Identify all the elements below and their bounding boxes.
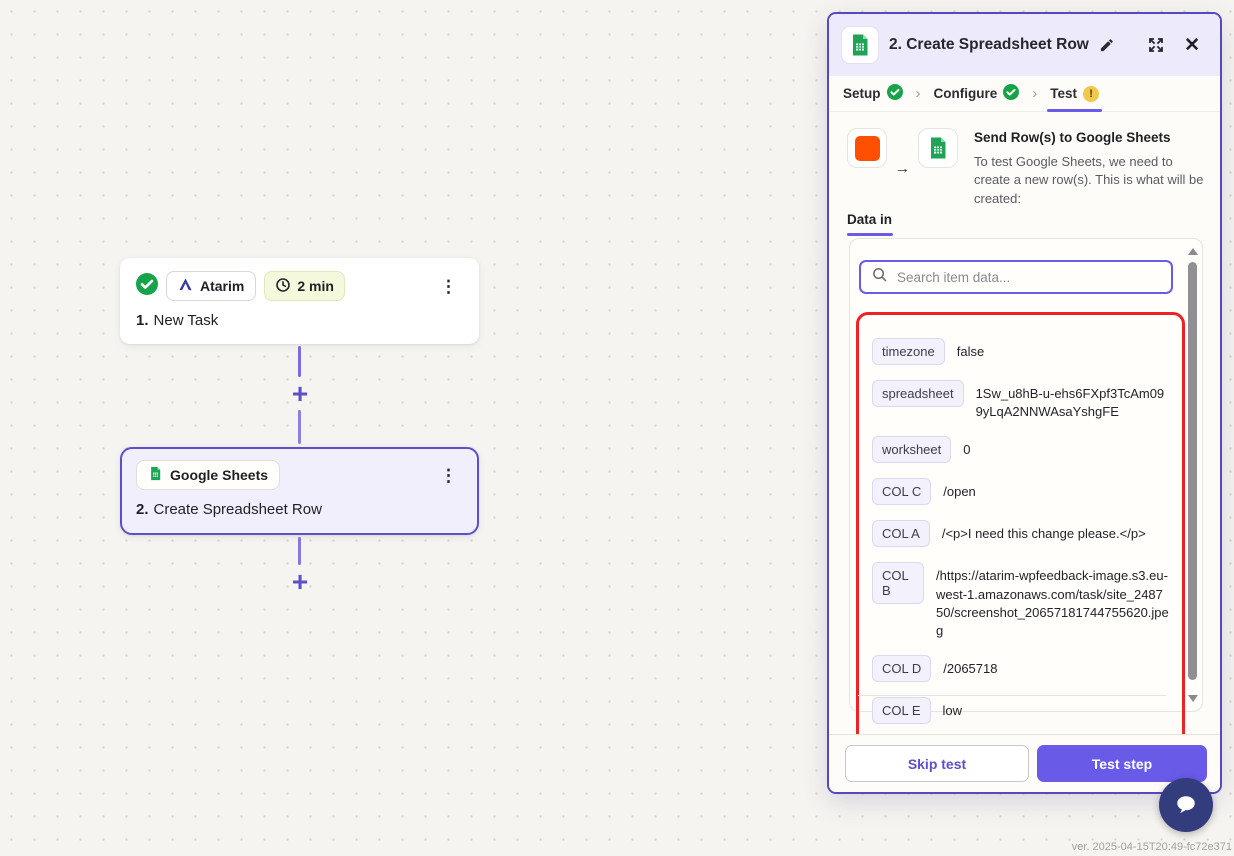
app-pill-label: Google Sheets [170, 467, 268, 483]
chat-bubble-icon [1172, 791, 1200, 819]
tab-label: Test [1050, 86, 1077, 101]
test-heading: Send Row(s) to Google Sheets [974, 130, 1208, 145]
tab-label: Configure [934, 86, 998, 101]
chat-widget-button[interactable] [1159, 778, 1213, 832]
google-sheets-icon [148, 466, 163, 484]
chevron-right-icon: › [916, 85, 921, 102]
search-field [859, 260, 1173, 294]
check-circle-icon [1003, 84, 1019, 103]
skip-test-button[interactable]: Skip test [845, 745, 1029, 782]
field-key-pill: COL B [872, 562, 924, 604]
field-value: false [957, 338, 984, 361]
data-row: COL B /https://atarim-wpfeedback-image.s… [872, 562, 1169, 640]
step-title-text: New Task [154, 312, 219, 329]
clock-icon [275, 277, 291, 296]
close-icon[interactable]: ✕ [1184, 34, 1200, 57]
panel-title: 2. Create Spreadsheet Row [889, 36, 1089, 54]
field-key-pill: COL E [872, 697, 931, 724]
connector-line [298, 346, 301, 377]
workflow-step-new-task[interactable]: Atarim 2 min ⋮ 1. New Task [120, 258, 479, 344]
duration-badge[interactable]: 2 min [264, 271, 345, 301]
target-app-tile [918, 128, 958, 168]
data-row: COL D /2065718 [872, 655, 1169, 682]
kebab-menu-icon[interactable]: ⋮ [434, 465, 463, 486]
field-value: /https://atarim-wpfeedback-image.s3.eu-w… [936, 562, 1169, 640]
annotation-red-arrow [0, 0, 300, 150]
workflow-step-create-spreadsheet-row[interactable]: Google Sheets ⋮ 2. Create Spreadsheet Row [120, 447, 479, 535]
tab-test[interactable]: Test ! [1050, 76, 1099, 111]
duration-label: 2 min [297, 278, 334, 294]
data-row: spreadsheet 1Sw_u8hB-u-ehs6FXpf3TcAm099y… [872, 380, 1169, 421]
scroll-up-arrow[interactable] [1188, 248, 1198, 255]
data-row: COL E low [872, 697, 1169, 724]
panel-header: 2. Create Spreadsheet Row ✕ [829, 14, 1220, 76]
atarim-app-pill[interactable]: Atarim [166, 271, 256, 301]
scroll-down-arrow[interactable] [1188, 695, 1198, 702]
data-row: timezone false [872, 338, 1169, 365]
scrollbar-thumb[interactable] [1188, 262, 1197, 680]
add-step-button[interactable]: + [287, 570, 313, 596]
data-row: worksheet 0 [872, 436, 1169, 463]
source-app-tile [847, 128, 887, 168]
google-sheets-icon [841, 26, 879, 64]
check-circle-icon [887, 84, 903, 103]
search-icon [871, 266, 888, 288]
data-scroll-area: timezone false spreadsheet 1Sw_u8hB-u-eh… [849, 238, 1203, 712]
google-sheets-icon [926, 136, 950, 160]
step-title-text: Create Spreadsheet Row [154, 501, 322, 518]
panel-tabbar: Setup › Configure › Test ! [829, 76, 1220, 112]
field-key-pill: spreadsheet [872, 380, 964, 407]
field-value: 0 [963, 436, 970, 459]
field-key-pill: worksheet [872, 436, 951, 463]
google-sheets-app-pill[interactable]: Google Sheets [136, 460, 280, 490]
step-number: 1. [136, 312, 149, 329]
test-summary: → Send Row(s) to Google Sheets To test G… [847, 128, 1208, 208]
test-step-button[interactable]: Test step [1037, 745, 1207, 782]
step-title: 2. Create Spreadsheet Row [136, 501, 463, 518]
step-title: 1. New Task [136, 312, 463, 329]
chevron-right-icon: › [1032, 85, 1037, 102]
field-value: low [943, 697, 963, 720]
field-value: /2065718 [943, 655, 997, 678]
field-key-pill: COL C [872, 478, 931, 505]
annotation-red-box: timezone false spreadsheet 1Sw_u8hB-u-eh… [856, 312, 1185, 746]
tab-configure[interactable]: Configure [934, 76, 1020, 111]
test-description: To test Google Sheets, we need to create… [974, 153, 1208, 208]
step-number: 2. [136, 501, 149, 518]
success-check-icon [136, 273, 158, 300]
expand-fullscreen-icon[interactable] [1146, 35, 1166, 55]
field-value: /<p>I need this change please.</p> [942, 520, 1146, 543]
add-step-button[interactable]: + [287, 382, 313, 408]
atarim-logo-icon [178, 277, 193, 295]
tab-label: Setup [843, 86, 881, 101]
tab-data-in[interactable]: Data in [847, 212, 892, 236]
data-row: COL A /<p>I need this change please.</p> [872, 520, 1169, 547]
app-pill-label: Atarim [200, 278, 244, 294]
connector-line [298, 410, 301, 444]
field-value: /open [943, 478, 976, 501]
tab-setup[interactable]: Setup [843, 76, 903, 111]
field-key-pill: timezone [872, 338, 945, 365]
scrollbar [1187, 244, 1199, 706]
edit-title-pencil-icon[interactable] [1099, 38, 1114, 53]
panel-footer: Skip test Test step [829, 734, 1220, 792]
kebab-menu-icon[interactable]: ⋮ [434, 276, 463, 297]
search-input[interactable] [897, 270, 1161, 285]
warning-icon: ! [1083, 86, 1099, 102]
divider [858, 695, 1166, 696]
field-key-pill: COL D [872, 655, 931, 682]
step-detail-panel: 2. Create Spreadsheet Row ✕ Setup › [827, 12, 1222, 794]
arrow-right-icon: → [895, 160, 910, 177]
data-row: COL C /open [872, 478, 1169, 505]
version-label: ver. 2025-04-15T20:49-fc72e371 [1072, 841, 1232, 853]
connector-line [298, 537, 301, 565]
field-value: 1Sw_u8hB-u-ehs6FXpf3TcAm099yLqA2NNWAsaYs… [976, 380, 1169, 421]
atarim-orange-icon [855, 136, 880, 161]
field-key-pill: COL A [872, 520, 930, 547]
